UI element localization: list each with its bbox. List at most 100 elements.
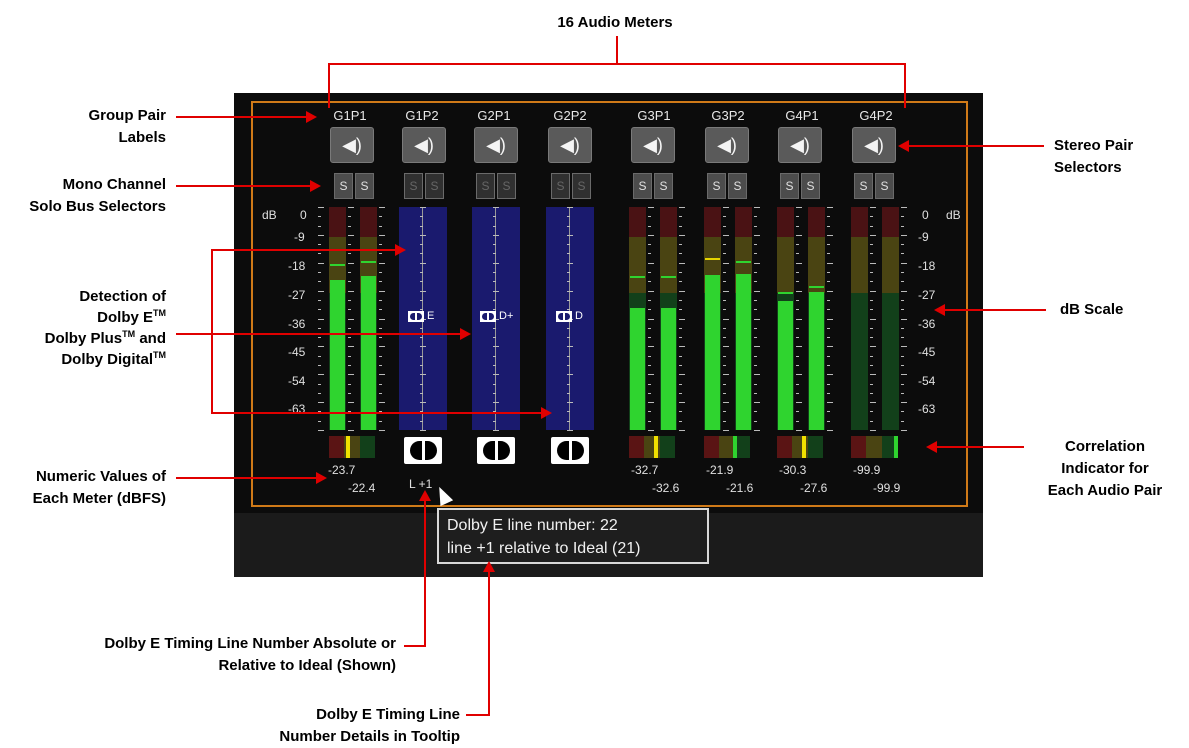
stereo-pair-button[interactable]: ◀): [548, 127, 592, 163]
callout-line: [211, 249, 213, 413]
solo-button[interactable]: S: [654, 173, 673, 199]
meter-tick-scale: [796, 207, 802, 431]
callout-line: [466, 714, 490, 716]
peak-hold-marker: [330, 263, 345, 266]
callout-line: [936, 446, 1024, 448]
db-scale-label: -9: [918, 230, 929, 244]
solo-button[interactable]: S: [707, 173, 726, 199]
dolby-timing-value[interactable]: L +1: [409, 477, 432, 491]
callout-text: and: [135, 330, 166, 347]
meter-value: -27.6: [800, 481, 828, 495]
meter-level-bar: [361, 276, 376, 430]
meter-tick-scale: [679, 207, 685, 431]
meter-tick-scale: [379, 207, 385, 431]
correlation-marker: [894, 436, 898, 458]
arrow-right-icon: [395, 244, 406, 256]
solo-button[interactable]: S: [476, 173, 495, 199]
meter-value: -21.9: [706, 463, 734, 477]
group-label: G4P2: [859, 108, 893, 123]
dolby-digital-tag: D: [556, 310, 583, 322]
meter-level-bar: [778, 300, 793, 430]
callout-line: [424, 500, 426, 646]
solo-button[interactable]: S: [801, 173, 820, 199]
meter-value: -30.3: [779, 463, 807, 477]
tooltip: Dolby E line number: 22 line +1 relative…: [437, 508, 709, 564]
db-scale-label: -63: [918, 402, 936, 416]
stereo-pair-button[interactable]: ◀): [474, 127, 518, 163]
audio-meter: [360, 207, 377, 430]
tooltip-line: Dolby E line number: 22: [447, 517, 618, 534]
correlation-marker: [802, 436, 806, 458]
callout-line: [211, 412, 543, 414]
meter-value: -22.4: [348, 481, 376, 495]
tooltip-line: line +1 relative to Ideal (21): [447, 540, 641, 557]
arrow-right-icon: [316, 472, 327, 484]
stereo-pair-button[interactable]: ◀): [402, 127, 446, 163]
callout-text: Dolby Digital: [61, 351, 153, 368]
arrow-right-icon: [306, 111, 317, 123]
stereo-pair-button[interactable]: ◀): [705, 127, 749, 163]
group-label: G3P2: [711, 108, 745, 123]
trademark: TM: [122, 329, 136, 339]
callout-numeric: Numeric Values of Each Meter (dBFS): [32, 468, 166, 507]
db-scale-label: -27: [288, 288, 306, 302]
group-label: G2P2: [553, 108, 587, 123]
meter-value: -32.6: [652, 481, 680, 495]
correlation-marker: [654, 436, 658, 458]
speaker-icon: ◀): [643, 134, 663, 155]
stereo-pair-button[interactable]: ◀): [778, 127, 822, 163]
solo-button[interactable]: S: [355, 173, 374, 199]
solo-button[interactable]: S: [551, 173, 570, 199]
meter-level-bar: [705, 274, 720, 430]
callout-line: [176, 116, 308, 118]
callout-line: [944, 309, 1046, 311]
correlation-indicator: [851, 436, 897, 458]
meter-level-bar: [736, 273, 751, 430]
solo-button[interactable]: S: [728, 173, 747, 199]
db-scale-label: -45: [288, 345, 306, 359]
callout-group-labels: Group Pair Labels: [88, 107, 166, 146]
dolby-icon: [408, 310, 424, 322]
stereo-pair-button[interactable]: ◀): [852, 127, 896, 163]
audio-meter: [329, 207, 346, 430]
solo-button[interactable]: S: [497, 173, 516, 199]
stereo-pair-button[interactable]: ◀): [631, 127, 675, 163]
trademark: TM: [153, 350, 166, 360]
stereo-pair-button[interactable]: ◀): [330, 127, 374, 163]
solo-button[interactable]: S: [780, 173, 799, 199]
meter-value: -21.6: [726, 481, 754, 495]
peak-hold-marker: [630, 276, 645, 279]
db-scale-label: 0: [300, 208, 307, 222]
audio-meter: [808, 207, 825, 430]
speaker-icon: ◀): [560, 134, 580, 155]
peak-hold-marker: [736, 260, 751, 263]
solo-button[interactable]: S: [334, 173, 353, 199]
group-label: G3P1: [637, 108, 671, 123]
correlation-indicator: [777, 436, 823, 458]
speaker-icon: ◀): [864, 134, 884, 155]
meter-level-bar: [330, 280, 345, 430]
solo-button[interactable]: S: [425, 173, 444, 199]
db-scale-label: -18: [288, 259, 306, 273]
speaker-icon: ◀): [486, 134, 506, 155]
dolby-plus-tag: D+: [480, 310, 513, 322]
peak-hold-marker: [661, 276, 676, 279]
callout-text: Detection of: [79, 288, 166, 305]
db-scale-label: -9: [294, 230, 305, 244]
solo-button[interactable]: S: [854, 173, 873, 199]
speaker-icon: ◀): [342, 134, 362, 155]
solo-button[interactable]: S: [404, 173, 423, 199]
callout-db-scale: dB Scale: [1060, 301, 1124, 318]
audio-meter: [777, 207, 794, 430]
meter-value: -99.9: [853, 463, 881, 477]
group-label: G4P1: [785, 108, 819, 123]
dolby-tag-label: D+: [499, 310, 514, 322]
solo-button[interactable]: S: [572, 173, 591, 199]
db-scale-label: 0: [922, 208, 929, 222]
meter-value: -99.9: [873, 481, 901, 495]
peak-hold-marker: [361, 260, 376, 263]
audio-meter: [851, 207, 868, 430]
meter-tick-scale: [870, 207, 876, 431]
solo-button[interactable]: S: [875, 173, 894, 199]
solo-button[interactable]: S: [633, 173, 652, 199]
